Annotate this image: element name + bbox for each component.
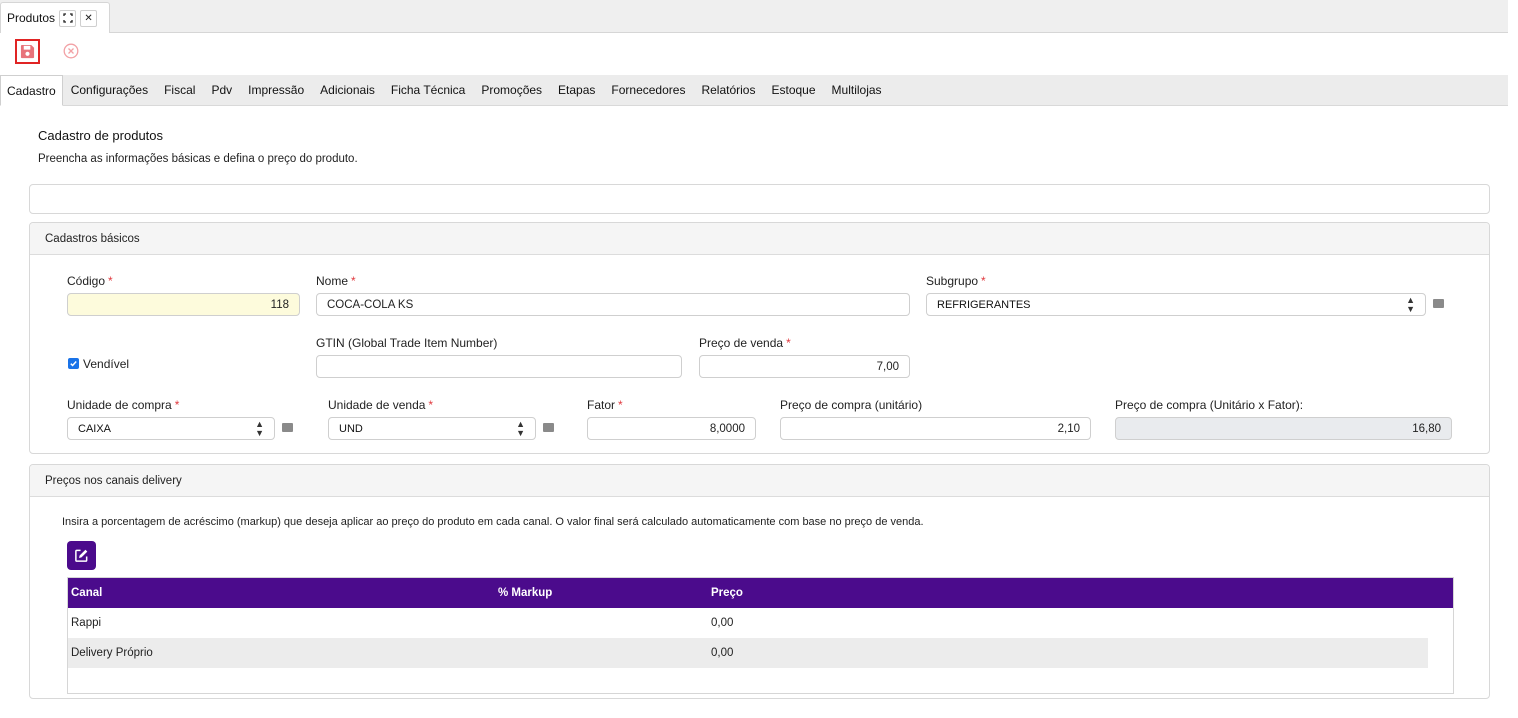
page-title: Cadastro de produtos	[38, 128, 164, 143]
table-row[interactable]: Rappi 0,00	[68, 608, 1428, 638]
expand-icon[interactable]	[59, 9, 77, 27]
subgrupo-label: Subgrupo *	[926, 274, 986, 288]
cell-canal: Delivery Próprio	[71, 647, 153, 659]
cell-canal: Rappi	[71, 617, 102, 629]
tab-adicionais[interactable]: Adicionais	[312, 75, 383, 105]
tab-cadastro[interactable]: Cadastro	[0, 75, 63, 106]
cell-preco: 0,00	[711, 647, 734, 659]
delivery-table: Canal % Markup Preço Rappi 0,00 Delivery…	[67, 577, 1454, 694]
preco-compra-total-field: 16,80	[1115, 417, 1452, 440]
select-arrows-icon: ▲ ▼	[255, 418, 264, 438]
column-preco: Preço	[711, 587, 743, 599]
edit-icon	[75, 549, 88, 562]
unidade-compra-register-icon[interactable]	[282, 423, 293, 432]
tab-impressao[interactable]: Impressão	[240, 75, 312, 105]
preco-compra-unit-field[interactable]: 2,10	[780, 417, 1091, 440]
nome-field[interactable]: COCA-COLA KS	[316, 293, 910, 316]
toolbar	[0, 33, 1508, 75]
tab-estoque[interactable]: Estoque	[763, 75, 823, 105]
gtin-field[interactable]	[316, 355, 682, 378]
unidade-compra-value: CAIXA	[78, 422, 112, 435]
preco-compra-total-label: Preço de compra (Unitário x Fator):	[1115, 398, 1304, 412]
tab-etapas[interactable]: Etapas	[550, 75, 603, 105]
table-row[interactable]: Delivery Próprio 0,00	[68, 638, 1428, 668]
basic-panel: Cadastros básicos Código * 118 Nome * COCA…	[29, 222, 1490, 454]
tab-pdv[interactable]: Pdv	[203, 75, 240, 105]
delivery-description: Insira a porcentagem de acréscimo (marku…	[62, 516, 924, 528]
subgrupo-value: REFRIGERANTES	[937, 298, 1031, 311]
fator-field[interactable]: 8,0000	[587, 417, 756, 440]
delivery-panel-header: Preços nos canais delivery	[30, 465, 1489, 497]
basic-panel-header: Cadastros básicos	[30, 223, 1489, 255]
cell-preco: 0,00	[711, 617, 734, 629]
fator-label: Fator *	[587, 398, 623, 412]
vendivel-label: Vendível	[83, 357, 130, 371]
floppy-disk-icon	[20, 44, 35, 59]
cancel-button[interactable]	[62, 42, 80, 60]
close-icon: ✕	[84, 12, 93, 24]
delivery-panel: Preços nos canais delivery Insira a porc…	[29, 464, 1490, 699]
preco-venda-label: Preço de venda *	[699, 336, 791, 350]
tab-relatorios[interactable]: Relatórios	[693, 75, 763, 105]
table-header: Canal % Markup Preço	[68, 578, 1453, 608]
save-button[interactable]	[15, 39, 40, 64]
window-tab-strip: Produtos ✕	[0, 0, 1508, 33]
select-arrows-icon: ▲ ▼	[516, 418, 525, 438]
tab-ficha-tecnica[interactable]: Ficha Técnica	[383, 75, 473, 105]
codigo-label: Código *	[67, 274, 113, 288]
tab-multilojas[interactable]: Multilojas	[824, 75, 890, 105]
codigo-field[interactable]: 118	[67, 293, 300, 316]
unidade-compra-select[interactable]: CAIXA ▲ ▼	[67, 417, 275, 440]
expand-glyph	[62, 13, 73, 23]
unidade-venda-value: UND	[339, 422, 363, 435]
tab-configuracoes[interactable]: Configurações	[63, 75, 156, 105]
select-arrows-icon: ▲ ▼	[1406, 294, 1415, 314]
subgrupo-select[interactable]: REFRIGERANTES ▲ ▼	[926, 293, 1426, 316]
preco-compra-unit-label: Preço de compra (unitário)	[780, 398, 923, 412]
subgrupo-register-icon[interactable]	[1433, 299, 1444, 308]
tab-fiscal[interactable]: Fiscal	[156, 75, 203, 105]
vendivel-checkbox[interactable]	[68, 358, 79, 369]
tab-fornecedores[interactable]: Fornecedores	[603, 75, 693, 105]
column-markup: % Markup	[498, 587, 553, 599]
unidade-compra-label: Unidade de compra *	[67, 398, 180, 412]
tab-promocoes[interactable]: Promoções	[473, 75, 550, 105]
circle-x-icon	[63, 43, 79, 59]
unidade-venda-register-icon[interactable]	[543, 423, 554, 432]
column-canal: Canal	[71, 587, 103, 599]
window-tab-label: Produtos	[7, 11, 56, 25]
nome-label: Nome *	[316, 274, 356, 288]
gtin-label: GTIN (Global Trade Item Number)	[316, 336, 498, 350]
unidade-venda-select[interactable]: UND ▲ ▼	[328, 417, 536, 440]
close-tab-button[interactable]: ✕	[80, 9, 98, 27]
unidade-venda-label: Unidade de venda *	[328, 398, 434, 412]
page-subtitle: Preencha as informações básicas e defina…	[38, 153, 358, 165]
check-icon	[70, 361, 77, 367]
main-tab-bar: Cadastro Configurações Fiscal Pdv Impres…	[0, 75, 1508, 106]
empty-panel	[29, 184, 1490, 214]
window-tab-produtos[interactable]: Produtos ✕	[0, 2, 110, 33]
preco-venda-field[interactable]: 7,00	[699, 355, 910, 378]
edit-markup-button[interactable]	[67, 541, 96, 570]
